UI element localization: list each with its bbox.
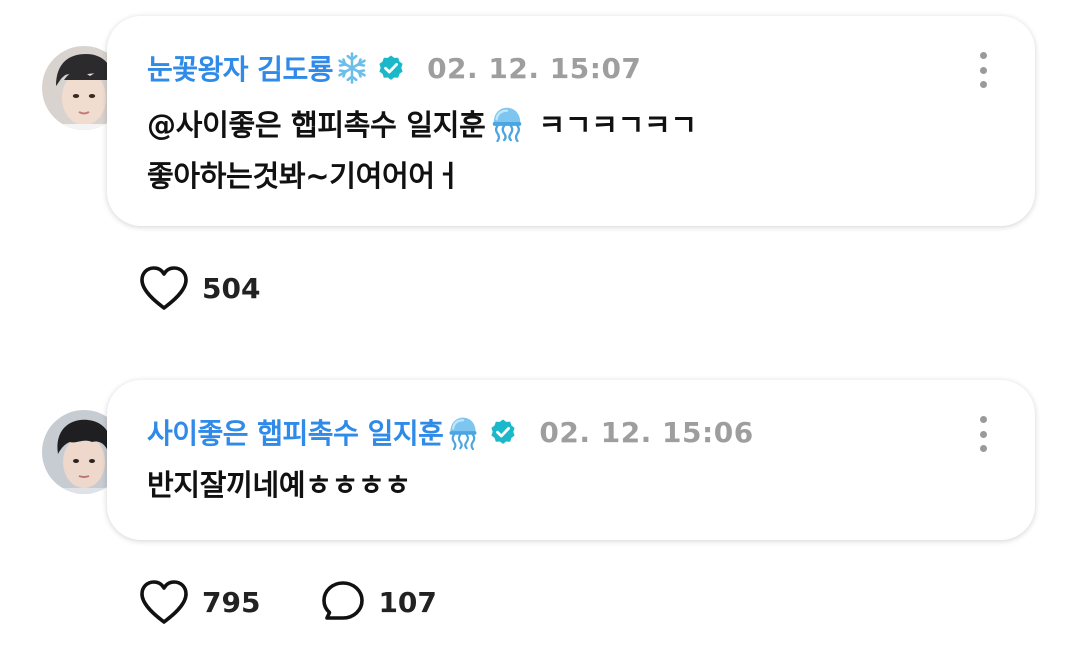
timestamp: 02. 12. 15:06 bbox=[539, 415, 754, 449]
comment-icon bbox=[320, 579, 366, 625]
jellyfish-icon bbox=[445, 414, 481, 450]
comment-text: 반지잘끼네예ㅎㅎㅎㅎ bbox=[147, 460, 411, 511]
heart-icon bbox=[138, 579, 190, 625]
action-bar: 795 107 bbox=[138, 580, 437, 624]
verified-badge-icon bbox=[489, 418, 517, 446]
author-name[interactable]: 사이좋은 햅피촉수 일지훈 bbox=[147, 412, 444, 452]
post-2: 사이좋은 햅피촉수 일지훈 02. 12. 15:06 반지잘끼네예ㅎㅎㅎㅎ 7… bbox=[0, 0, 1080, 658]
more-options-icon[interactable] bbox=[971, 416, 995, 452]
reply-count: 107 bbox=[378, 585, 437, 619]
like-button[interactable]: 795 bbox=[138, 579, 260, 625]
comment-line-1: 반지잘끼네예ㅎㅎㅎㅎ bbox=[147, 468, 411, 502]
comment-bubble: 사이좋은 햅피촉수 일지훈 02. 12. 15:06 반지잘끼네예ㅎㅎㅎㅎ bbox=[107, 380, 1035, 540]
comment-header: 사이좋은 햅피촉수 일지훈 02. 12. 15:06 bbox=[147, 410, 754, 454]
like-count: 795 bbox=[202, 585, 261, 619]
reply-button[interactable]: 107 bbox=[320, 579, 437, 625]
